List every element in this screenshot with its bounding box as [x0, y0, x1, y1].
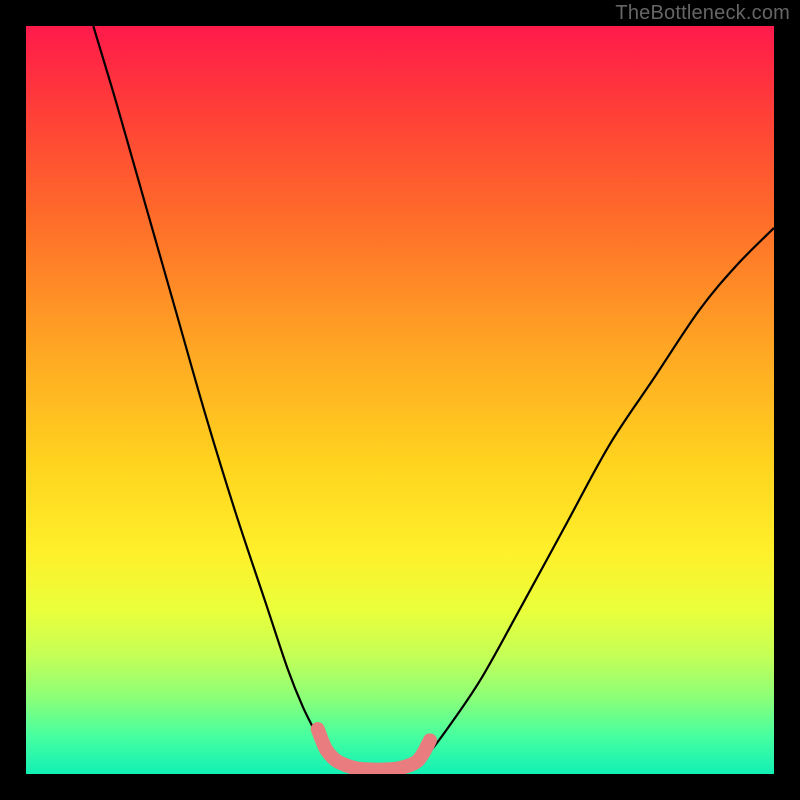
curve-highlight: [318, 729, 430, 770]
plot-area: [26, 26, 774, 774]
chart-frame: TheBottleneck.com: [0, 0, 800, 800]
curve-right-branch: [415, 228, 774, 763]
watermark-text: TheBottleneck.com: [615, 2, 790, 25]
curve-layer: [26, 26, 774, 774]
curve-left-branch: [93, 26, 340, 763]
